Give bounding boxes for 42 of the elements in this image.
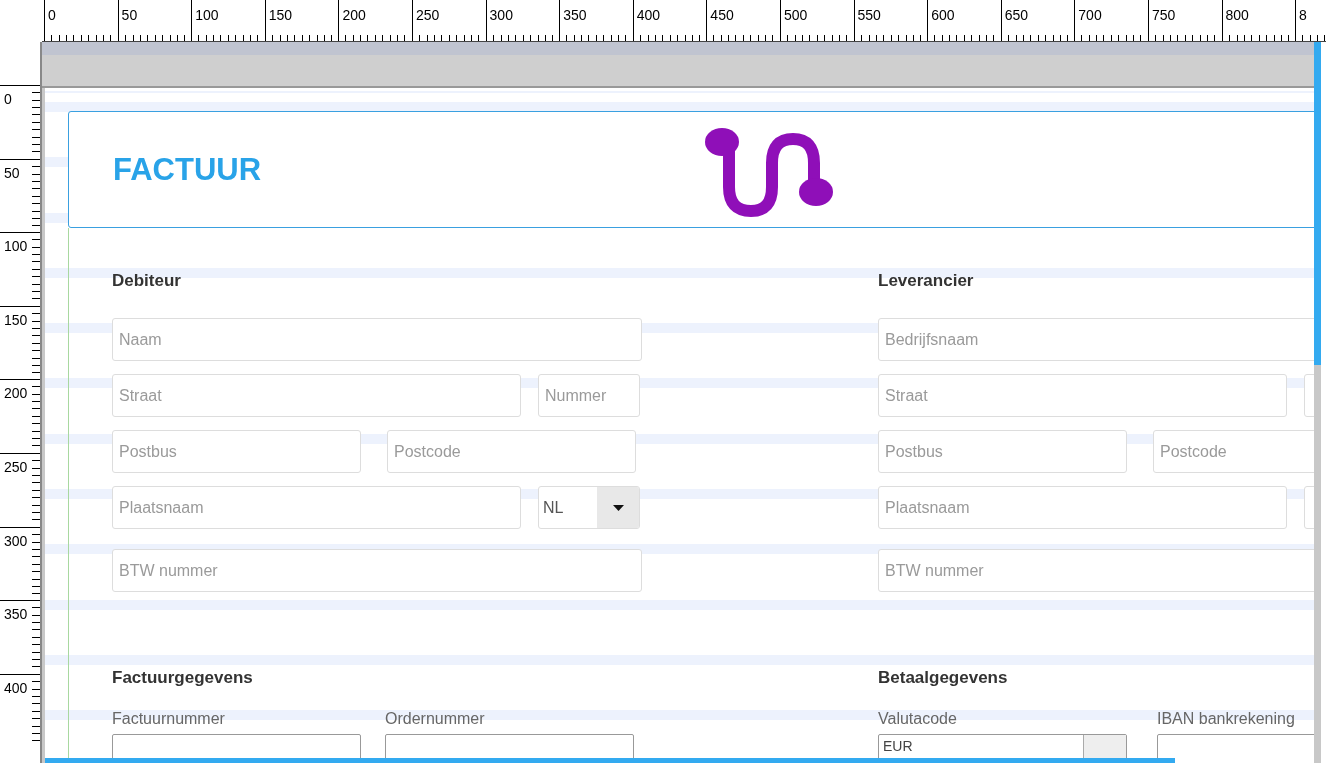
ruler-number: 250 bbox=[4, 458, 28, 475]
ruler-number: 400 bbox=[636, 7, 661, 23]
country-dropdown[interactable]: NL bbox=[538, 486, 640, 529]
field-label: Ordernummer bbox=[385, 710, 485, 728]
ruler-number: 300 bbox=[4, 532, 28, 549]
field-label: IBAN bankrekening bbox=[1157, 710, 1295, 728]
ruler-number: 550 bbox=[857, 7, 881, 23]
logo-icon bbox=[705, 126, 836, 217]
scrollbar-thumb[interactable] bbox=[1314, 42, 1321, 365]
section-title: Betaalgegevens bbox=[878, 668, 1008, 688]
caret-icon bbox=[612, 504, 624, 511]
ruler-number: 650 bbox=[1004, 7, 1029, 23]
ruler-number: 0 bbox=[48, 7, 56, 23]
ruler-number: 750 bbox=[1151, 7, 1176, 23]
ruler-number: 150 bbox=[4, 311, 28, 328]
ruler-number: 150 bbox=[268, 7, 293, 23]
section-title: Debiteur bbox=[112, 271, 181, 291]
field-label: Factuurnummer bbox=[112, 710, 225, 728]
ruler-number: 500 bbox=[783, 7, 808, 23]
vertical-scrollbar[interactable] bbox=[1314, 42, 1321, 763]
ruler-number: 600 bbox=[931, 7, 955, 23]
ruler-number: 100 bbox=[4, 238, 28, 255]
ruler-number: 8 bbox=[1299, 7, 1307, 23]
ruler-number: 50 bbox=[4, 164, 20, 181]
ruler-number: 350 bbox=[563, 7, 587, 23]
scrollbar-thumb[interactable] bbox=[45, 758, 1175, 763]
ruler-number: 450 bbox=[710, 7, 734, 23]
ruler-number: 350 bbox=[4, 606, 28, 623]
ruler-number: 250 bbox=[415, 7, 440, 23]
ruler-number: 400 bbox=[4, 679, 28, 696]
ruler-number: 100 bbox=[195, 7, 219, 23]
ruler-number: 50 bbox=[121, 7, 138, 23]
invoice-title: FACTUUR bbox=[113, 151, 262, 188]
section-title: Factuurgegevens bbox=[112, 668, 253, 688]
section-title: Leverancier bbox=[878, 271, 974, 291]
ruler-number: 300 bbox=[489, 7, 513, 23]
ruler-number: 700 bbox=[1078, 7, 1102, 23]
ruler-number: 200 bbox=[342, 7, 366, 23]
field-label: Valutacode bbox=[878, 710, 957, 728]
ruler-number: 200 bbox=[4, 385, 28, 402]
ruler-number: 800 bbox=[1225, 7, 1249, 23]
ruler-number: 0 bbox=[4, 91, 12, 107]
